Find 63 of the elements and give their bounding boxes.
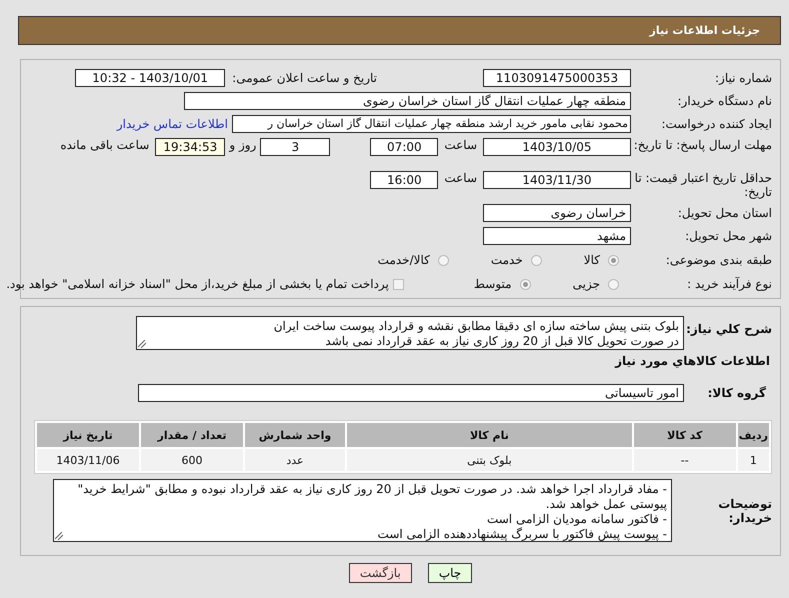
section-heading: اطلاعات کالاهاي مورد نياز <box>614 354 771 368</box>
contact-link[interactable]: اطلاعات تماس خریدار <box>116 117 228 131</box>
time-field: 16:00 <box>370 171 438 189</box>
field-label: نام دستگاه خریدار: <box>676 94 773 108</box>
radio-label: متوسط <box>474 277 512 291</box>
days-label: روز و <box>229 138 256 152</box>
field-label: طبقه بندی موضوعی: <box>664 253 773 267</box>
field-label: شرح کلي نياز: <box>685 321 773 336</box>
date-field: 1403/11/30 <box>483 171 631 189</box>
resize-grip-icon[interactable] <box>55 532 63 540</box>
announce-date-field: 1403/10/01 - 10:32 <box>75 69 226 87</box>
field-label: گروه کالا: <box>706 386 767 400</box>
table-cell: -- <box>634 449 736 471</box>
field-label: مهلت ارسال پاسخ: تا تاریخ: <box>632 138 773 152</box>
field-label: توضیحات خریدار: <box>717 496 773 525</box>
page-title: جزئیات اطلاعات نیاز <box>650 24 760 37</box>
field-label: استان محل تحویل: <box>676 206 773 220</box>
table-cell: 1403/11/06 <box>37 449 139 471</box>
column-header: تاریخ نیاز <box>37 423 139 447</box>
back-button[interactable]: بازگشت <box>348 563 412 583</box>
radio-button[interactable] <box>520 278 531 290</box>
description-field: بلوک بتنی پیش ساخته سازه ای دقیقا مطابق نقشه و قرارداد پیوست ساخت ایران در صورت تحویل کالا قبل از 20 روز کاری نیاز به عقد قرارداد نمی باشد <box>136 316 684 350</box>
radio-label: خدمت <box>490 253 523 267</box>
field-label: شماره نیاز: <box>714 71 773 85</box>
checkbox[interactable] <box>392 278 404 290</box>
buyer-notes-field: - مفاد قرارداد اجرا خواهد شد. در صورت تحویل قبل از 20 روز کاری نیاز به عقد قرارداد نبوده و مطابق "شرایط خرید" پیوستی عمل خواهد شد. - فاکتور سامانه مودیان الزامی است - پیوست پیش فاکتور با سربرگ پیشنهاددهنده الزامی است <box>53 479 672 542</box>
province-field: خراسان رضوی <box>483 204 631 222</box>
column-header: واحد شمارش <box>245 423 345 447</box>
table-cell: 600 <box>141 449 243 471</box>
radio-button[interactable] <box>608 254 619 266</box>
checkbox-label: پرداخت تمام یا بخشی از مبلغ خرید،از محل "اسناد خزانه اسلامی" خواهد بود. <box>6 277 389 291</box>
city-field: مشهد <box>483 227 631 245</box>
field-label: تاریخ و ساعت اعلان عمومی: <box>232 71 377 85</box>
field-label: نوع فرآیند خرید : <box>686 277 773 291</box>
column-header: رديف <box>738 423 769 447</box>
requester-field: محمود نقابی مامور خرید ارشد منطقه چهار عملیات انتقال گاز استان خراسان ر <box>232 115 631 133</box>
print-button[interactable]: چاپ <box>428 563 472 583</box>
need-number-field: 1103091475000353 <box>483 69 631 87</box>
radio-button[interactable] <box>608 278 619 290</box>
date-field: 1403/10/05 <box>483 138 631 156</box>
radio-button[interactable] <box>438 254 449 266</box>
table-cell: بلوک بتنی <box>347 449 632 471</box>
field-label: شهر محل تحویل: <box>684 229 773 243</box>
time-label: ساعت <box>444 138 477 152</box>
column-header: نام کالا <box>347 423 632 447</box>
radio-button[interactable] <box>530 254 542 266</box>
resize-grip-icon[interactable] <box>138 340 146 348</box>
goods-group-field: امور تاسیساتی <box>138 384 684 402</box>
radio-label: جزیی <box>572 277 600 291</box>
table-cell: 1 <box>738 449 769 471</box>
column-header: تعداد / مقدار <box>141 423 243 447</box>
radio-label: کالا <box>584 253 600 267</box>
time-label: ساعت <box>444 171 477 185</box>
remaining-label: ساعت باقی مانده <box>60 138 150 152</box>
buyer-field: منطقه چهار عملیات انتقال گاز استان خراسان رضوی <box>184 92 631 110</box>
field-label: حداقل تاریخ اعتبار قیمت: تا تاریخ: <box>634 171 773 199</box>
days-field: 3 <box>260 138 330 156</box>
field-label: ایجاد کننده درخواست: <box>660 117 773 131</box>
remaining-time-field: 19:34:53 <box>155 138 226 156</box>
radio-label: کالا/خدمت <box>378 253 430 267</box>
column-header: کد کالا <box>634 423 736 447</box>
table-cell: عدد <box>245 449 345 471</box>
time-field: 07:00 <box>370 138 438 156</box>
